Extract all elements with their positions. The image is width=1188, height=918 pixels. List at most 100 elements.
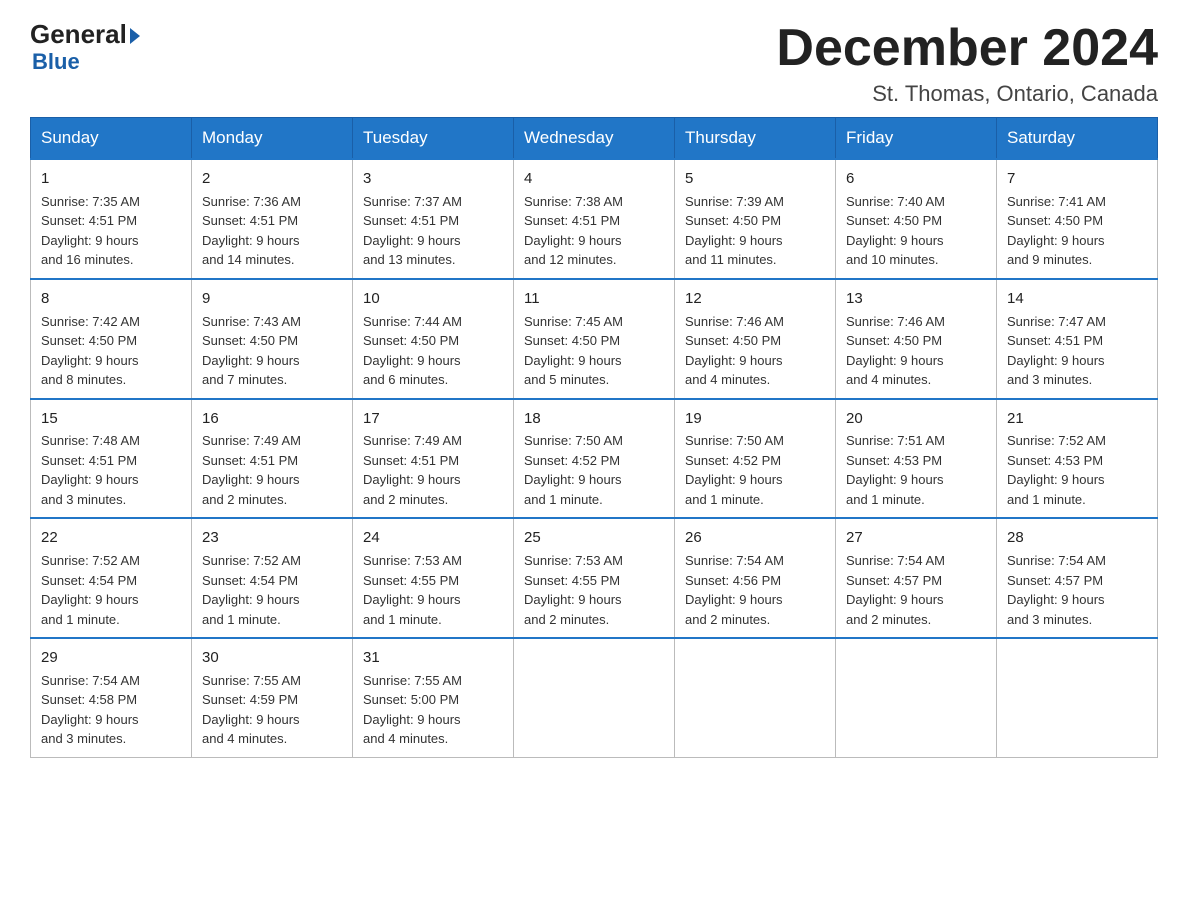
day-number: 12	[685, 288, 825, 310]
table-row: 7Sunrise: 7:41 AMSunset: 4:50 PMDaylight…	[997, 159, 1158, 279]
title-month: December 2024	[776, 20, 1158, 77]
table-row: 15Sunrise: 7:48 AMSunset: 4:51 PMDayligh…	[31, 399, 192, 519]
logo-general-text: General	[30, 20, 140, 49]
day-number: 31	[363, 647, 503, 669]
table-row: 18Sunrise: 7:50 AMSunset: 4:52 PMDayligh…	[514, 399, 675, 519]
table-row: 1Sunrise: 7:35 AMSunset: 4:51 PMDaylight…	[31, 159, 192, 279]
table-row: 19Sunrise: 7:50 AMSunset: 4:52 PMDayligh…	[675, 399, 836, 519]
day-info: Sunrise: 7:55 AMSunset: 4:59 PMDaylight:…	[202, 671, 342, 749]
header-monday: Monday	[192, 118, 353, 160]
day-number: 15	[41, 408, 181, 430]
table-row: 11Sunrise: 7:45 AMSunset: 4:50 PMDayligh…	[514, 279, 675, 399]
day-info: Sunrise: 7:42 AMSunset: 4:50 PMDaylight:…	[41, 312, 181, 390]
day-number: 8	[41, 288, 181, 310]
day-info: Sunrise: 7:55 AMSunset: 5:00 PMDaylight:…	[363, 671, 503, 749]
day-info: Sunrise: 7:35 AMSunset: 4:51 PMDaylight:…	[41, 192, 181, 270]
day-number: 13	[846, 288, 986, 310]
day-number: 16	[202, 408, 342, 430]
week-row-4: 22Sunrise: 7:52 AMSunset: 4:54 PMDayligh…	[31, 518, 1158, 638]
header-sunday: Sunday	[31, 118, 192, 160]
day-info: Sunrise: 7:51 AMSunset: 4:53 PMDaylight:…	[846, 431, 986, 509]
day-number: 1	[41, 168, 181, 190]
page: General Blue December 2024 St. Thomas, O…	[0, 0, 1188, 778]
day-info: Sunrise: 7:39 AMSunset: 4:50 PMDaylight:…	[685, 192, 825, 270]
table-row	[514, 638, 675, 757]
table-row: 4Sunrise: 7:38 AMSunset: 4:51 PMDaylight…	[514, 159, 675, 279]
day-info: Sunrise: 7:41 AMSunset: 4:50 PMDaylight:…	[1007, 192, 1147, 270]
day-info: Sunrise: 7:54 AMSunset: 4:58 PMDaylight:…	[41, 671, 181, 749]
header: General Blue December 2024 St. Thomas, O…	[30, 20, 1158, 107]
day-info: Sunrise: 7:52 AMSunset: 4:54 PMDaylight:…	[41, 551, 181, 629]
header-friday: Friday	[836, 118, 997, 160]
day-info: Sunrise: 7:49 AMSunset: 4:51 PMDaylight:…	[202, 431, 342, 509]
day-number: 7	[1007, 168, 1147, 190]
day-info: Sunrise: 7:54 AMSunset: 4:57 PMDaylight:…	[846, 551, 986, 629]
table-row: 12Sunrise: 7:46 AMSunset: 4:50 PMDayligh…	[675, 279, 836, 399]
table-row: 10Sunrise: 7:44 AMSunset: 4:50 PMDayligh…	[353, 279, 514, 399]
day-info: Sunrise: 7:53 AMSunset: 4:55 PMDaylight:…	[363, 551, 503, 629]
day-info: Sunrise: 7:38 AMSunset: 4:51 PMDaylight:…	[524, 192, 664, 270]
table-row: 16Sunrise: 7:49 AMSunset: 4:51 PMDayligh…	[192, 399, 353, 519]
day-number: 5	[685, 168, 825, 190]
table-row: 30Sunrise: 7:55 AMSunset: 4:59 PMDayligh…	[192, 638, 353, 757]
day-info: Sunrise: 7:52 AMSunset: 4:53 PMDaylight:…	[1007, 431, 1147, 509]
day-info: Sunrise: 7:36 AMSunset: 4:51 PMDaylight:…	[202, 192, 342, 270]
week-row-5: 29Sunrise: 7:54 AMSunset: 4:58 PMDayligh…	[31, 638, 1158, 757]
day-info: Sunrise: 7:43 AMSunset: 4:50 PMDaylight:…	[202, 312, 342, 390]
day-info: Sunrise: 7:46 AMSunset: 4:50 PMDaylight:…	[685, 312, 825, 390]
day-number: 19	[685, 408, 825, 430]
day-number: 10	[363, 288, 503, 310]
day-number: 27	[846, 527, 986, 549]
day-number: 29	[41, 647, 181, 669]
day-number: 26	[685, 527, 825, 549]
week-row-1: 1Sunrise: 7:35 AMSunset: 4:51 PMDaylight…	[31, 159, 1158, 279]
day-info: Sunrise: 7:47 AMSunset: 4:51 PMDaylight:…	[1007, 312, 1147, 390]
day-info: Sunrise: 7:48 AMSunset: 4:51 PMDaylight:…	[41, 431, 181, 509]
day-number: 24	[363, 527, 503, 549]
table-row: 21Sunrise: 7:52 AMSunset: 4:53 PMDayligh…	[997, 399, 1158, 519]
header-thursday: Thursday	[675, 118, 836, 160]
table-row: 27Sunrise: 7:54 AMSunset: 4:57 PMDayligh…	[836, 518, 997, 638]
day-info: Sunrise: 7:50 AMSunset: 4:52 PMDaylight:…	[685, 431, 825, 509]
table-row: 28Sunrise: 7:54 AMSunset: 4:57 PMDayligh…	[997, 518, 1158, 638]
day-info: Sunrise: 7:40 AMSunset: 4:50 PMDaylight:…	[846, 192, 986, 270]
table-row: 25Sunrise: 7:53 AMSunset: 4:55 PMDayligh…	[514, 518, 675, 638]
day-info: Sunrise: 7:52 AMSunset: 4:54 PMDaylight:…	[202, 551, 342, 629]
table-row: 29Sunrise: 7:54 AMSunset: 4:58 PMDayligh…	[31, 638, 192, 757]
logo-blue-text: Blue	[32, 49, 80, 75]
day-number: 4	[524, 168, 664, 190]
weekday-header-row: Sunday Monday Tuesday Wednesday Thursday…	[31, 118, 1158, 160]
day-number: 25	[524, 527, 664, 549]
day-number: 30	[202, 647, 342, 669]
logo: General Blue	[30, 20, 140, 75]
day-number: 11	[524, 288, 664, 310]
table-row: 20Sunrise: 7:51 AMSunset: 4:53 PMDayligh…	[836, 399, 997, 519]
table-row	[675, 638, 836, 757]
day-info: Sunrise: 7:37 AMSunset: 4:51 PMDaylight:…	[363, 192, 503, 270]
day-number: 2	[202, 168, 342, 190]
week-row-3: 15Sunrise: 7:48 AMSunset: 4:51 PMDayligh…	[31, 399, 1158, 519]
logo-arrow-icon	[130, 28, 140, 44]
title-location: St. Thomas, Ontario, Canada	[776, 81, 1158, 107]
day-number: 3	[363, 168, 503, 190]
day-number: 20	[846, 408, 986, 430]
week-row-2: 8Sunrise: 7:42 AMSunset: 4:50 PMDaylight…	[31, 279, 1158, 399]
day-number: 14	[1007, 288, 1147, 310]
day-info: Sunrise: 7:45 AMSunset: 4:50 PMDaylight:…	[524, 312, 664, 390]
table-row: 31Sunrise: 7:55 AMSunset: 5:00 PMDayligh…	[353, 638, 514, 757]
day-number: 6	[846, 168, 986, 190]
table-row: 3Sunrise: 7:37 AMSunset: 4:51 PMDaylight…	[353, 159, 514, 279]
table-row: 13Sunrise: 7:46 AMSunset: 4:50 PMDayligh…	[836, 279, 997, 399]
header-wednesday: Wednesday	[514, 118, 675, 160]
table-row: 26Sunrise: 7:54 AMSunset: 4:56 PMDayligh…	[675, 518, 836, 638]
day-info: Sunrise: 7:50 AMSunset: 4:52 PMDaylight:…	[524, 431, 664, 509]
table-row: 24Sunrise: 7:53 AMSunset: 4:55 PMDayligh…	[353, 518, 514, 638]
table-row: 22Sunrise: 7:52 AMSunset: 4:54 PMDayligh…	[31, 518, 192, 638]
day-number: 28	[1007, 527, 1147, 549]
table-row	[836, 638, 997, 757]
table-row: 17Sunrise: 7:49 AMSunset: 4:51 PMDayligh…	[353, 399, 514, 519]
header-tuesday: Tuesday	[353, 118, 514, 160]
day-info: Sunrise: 7:44 AMSunset: 4:50 PMDaylight:…	[363, 312, 503, 390]
table-row: 8Sunrise: 7:42 AMSunset: 4:50 PMDaylight…	[31, 279, 192, 399]
day-number: 23	[202, 527, 342, 549]
